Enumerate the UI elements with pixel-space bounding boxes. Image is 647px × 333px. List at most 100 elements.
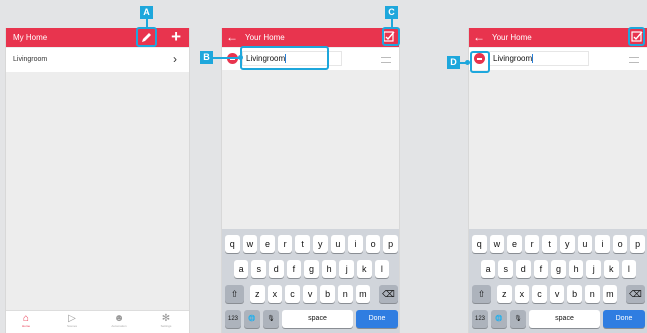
key-j[interactable]: j bbox=[586, 260, 601, 278]
back-arrow-icon[interactable]: ← bbox=[473, 30, 485, 44]
callout-highlight-b bbox=[240, 46, 329, 70]
key-c[interactable]: c bbox=[285, 285, 300, 303]
key-u[interactable]: u bbox=[330, 235, 346, 253]
text-caret bbox=[532, 54, 534, 64]
delete-key[interactable]: ⌫ bbox=[379, 285, 398, 303]
key-k[interactable]: k bbox=[604, 260, 619, 278]
tab-automation[interactable]: ☻ Automation bbox=[109, 313, 129, 333]
key-l[interactable]: l bbox=[621, 260, 637, 278]
key-t[interactable]: t bbox=[295, 235, 310, 253]
key-p[interactable]: p bbox=[630, 235, 645, 253]
key-q[interactable]: q bbox=[472, 235, 487, 253]
key-c[interactable]: c bbox=[532, 285, 547, 303]
key-i[interactable]: i bbox=[595, 235, 610, 253]
key-o[interactable]: o bbox=[612, 235, 628, 253]
key-z[interactable]: z bbox=[496, 285, 512, 303]
globe-key[interactable]: 🌐 bbox=[244, 310, 260, 328]
key-l[interactable]: l bbox=[374, 260, 390, 278]
key-z[interactable]: z bbox=[249, 285, 265, 303]
key-b[interactable]: b bbox=[320, 285, 335, 303]
key-v[interactable]: v bbox=[549, 285, 565, 303]
tab-settings[interactable]: ✻ Settings bbox=[156, 313, 176, 333]
key-d[interactable]: d bbox=[516, 260, 531, 278]
key-m[interactable]: m bbox=[602, 285, 618, 303]
key-i[interactable]: i bbox=[348, 235, 363, 253]
key-o[interactable]: o bbox=[365, 235, 381, 253]
keyboard: q w e r t y u i o p a s d f g h j k l ⇧ z x c v b n m ⌫ 123 🌐 🎙 space Do… bbox=[222, 229, 399, 333]
key-d[interactable]: d bbox=[269, 260, 284, 278]
back-arrow-icon[interactable]: ← bbox=[226, 30, 238, 44]
callout-highlight-d bbox=[470, 51, 490, 73]
key-e[interactable]: e bbox=[507, 235, 522, 253]
key-q[interactable]: q bbox=[225, 235, 240, 253]
robot-icon: ☻ bbox=[113, 313, 125, 324]
space-key[interactable]: space bbox=[529, 310, 600, 328]
room-name-value: Livingroom bbox=[493, 54, 533, 63]
house-icon: ⌂ bbox=[22, 313, 30, 324]
key-y[interactable]: y bbox=[313, 235, 328, 253]
gear-icon: ✻ bbox=[161, 313, 171, 324]
shift-key[interactable]: ⇧ bbox=[225, 285, 244, 303]
key-a[interactable]: a bbox=[480, 260, 496, 278]
callout-highlight-a bbox=[136, 27, 157, 47]
shift-key[interactable]: ⇧ bbox=[472, 285, 491, 303]
key-h[interactable]: h bbox=[568, 260, 584, 278]
key-y[interactable]: y bbox=[560, 235, 575, 253]
callout-highlight-check-3 bbox=[628, 27, 645, 46]
space-key[interactable]: space bbox=[282, 310, 353, 328]
callout-marker-b: B bbox=[200, 51, 213, 64]
key-s[interactable]: s bbox=[498, 260, 513, 278]
key-r[interactable]: r bbox=[277, 235, 293, 253]
key-h[interactable]: h bbox=[321, 260, 337, 278]
drag-handle-icon[interactable] bbox=[381, 57, 391, 63]
page-title: Your Home bbox=[492, 33, 532, 42]
key-a[interactable]: a bbox=[233, 260, 249, 278]
key-t[interactable]: t bbox=[542, 235, 557, 253]
tab-home-label: Home bbox=[21, 324, 30, 328]
key-w[interactable]: w bbox=[242, 235, 258, 253]
room-name-input[interactable]: Livingroom bbox=[489, 51, 589, 66]
key-n[interactable]: n bbox=[584, 285, 600, 303]
key-f[interactable]: f bbox=[533, 260, 549, 278]
key-n[interactable]: n bbox=[337, 285, 353, 303]
key-g[interactable]: g bbox=[551, 260, 566, 278]
room-list-item[interactable]: Livingroom › bbox=[6, 48, 189, 72]
key-p[interactable]: p bbox=[383, 235, 398, 253]
page-title: My Home bbox=[13, 33, 48, 42]
delete-key[interactable]: ⌫ bbox=[626, 285, 645, 303]
done-key[interactable]: Done bbox=[356, 310, 398, 328]
mic-key[interactable]: 🎙 bbox=[510, 310, 526, 328]
drag-handle-icon[interactable] bbox=[629, 57, 639, 63]
mic-key[interactable]: 🎙 bbox=[263, 310, 279, 328]
key-g[interactable]: g bbox=[304, 260, 319, 278]
add-button[interactable]: + bbox=[171, 28, 181, 46]
done-key[interactable]: Done bbox=[603, 310, 645, 328]
callout-line-a bbox=[146, 19, 148, 27]
key-m[interactable]: m bbox=[355, 285, 371, 303]
top-bar: ← Your Home bbox=[222, 28, 399, 47]
key-k[interactable]: k bbox=[357, 260, 372, 278]
key-r[interactable]: r bbox=[524, 235, 540, 253]
key-x[interactable]: x bbox=[514, 285, 530, 303]
key-s[interactable]: s bbox=[251, 260, 266, 278]
key-e[interactable]: e bbox=[260, 235, 275, 253]
key-x[interactable]: x bbox=[267, 285, 283, 303]
key-v[interactable]: v bbox=[302, 285, 318, 303]
callout-line-c bbox=[391, 19, 393, 27]
key-f[interactable]: f bbox=[286, 260, 302, 278]
globe-key[interactable]: 🌐 bbox=[491, 310, 507, 328]
key-w[interactable]: w bbox=[489, 235, 505, 253]
callout-marker-d: D bbox=[447, 56, 460, 69]
room-name: Livingroom bbox=[13, 56, 48, 63]
tab-home[interactable]: ⌂ Home bbox=[16, 313, 36, 333]
edit-home-screen: ← Your Home Livingroom qwertyuiopasdfghj… bbox=[221, 28, 400, 333]
numbers-key[interactable]: 123 bbox=[472, 310, 488, 328]
key-b[interactable]: b bbox=[567, 285, 582, 303]
home-screen: My Home + Livingroom › ⌂ Home ▷ Scenes ☻… bbox=[5, 28, 190, 333]
tab-scenes[interactable]: ▷ Scenes bbox=[62, 313, 82, 333]
key-j[interactable]: j bbox=[339, 260, 354, 278]
callout-marker-c: C bbox=[385, 6, 398, 19]
callout-highlight-c bbox=[382, 27, 400, 46]
key-u[interactable]: u bbox=[577, 235, 593, 253]
numbers-key[interactable]: 123 bbox=[225, 310, 241, 328]
